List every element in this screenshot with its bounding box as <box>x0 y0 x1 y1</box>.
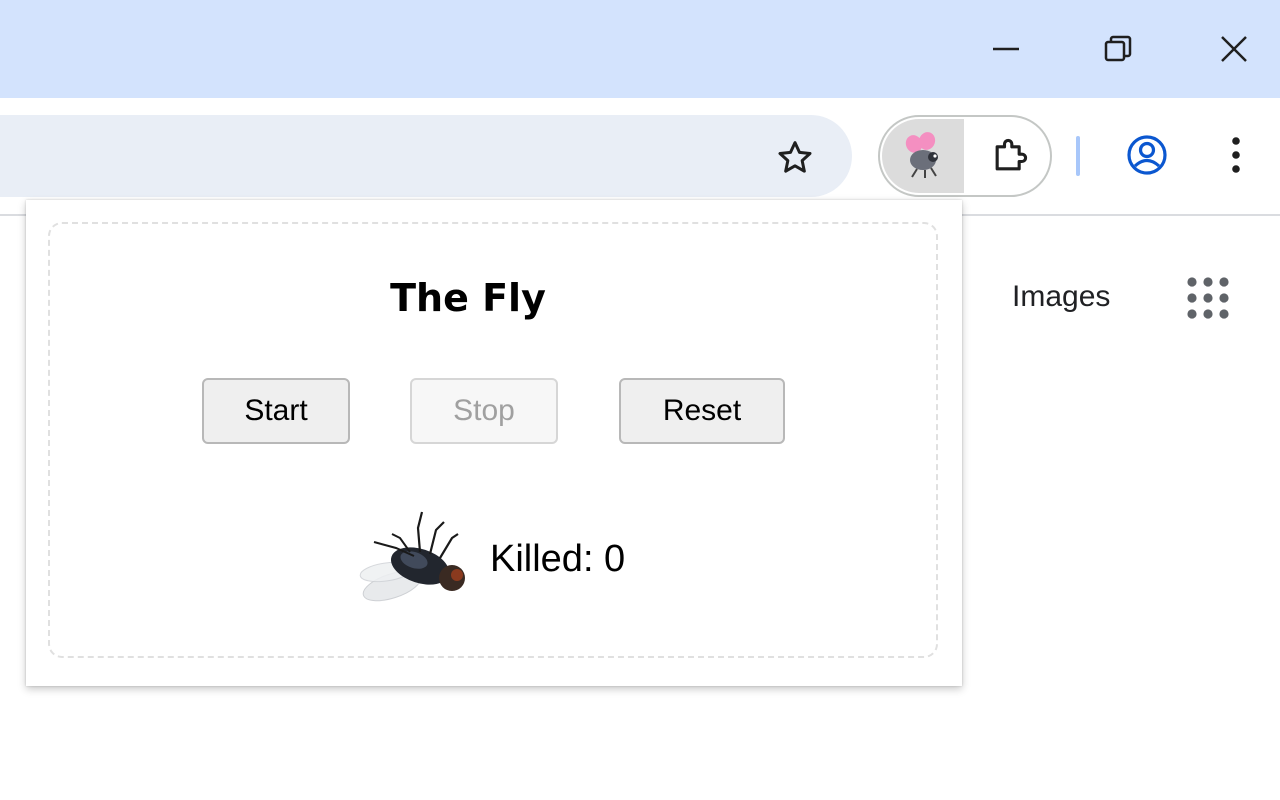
reset-button[interactable]: Reset <box>619 378 785 444</box>
address-bar[interactable] <box>0 115 852 197</box>
killed-count-label: Killed: 0 <box>490 538 626 580</box>
close-icon <box>1221 36 1247 62</box>
start-button[interactable]: Start <box>202 378 350 444</box>
dead-fly-icon <box>359 511 465 602</box>
bookmark-button[interactable] <box>770 136 820 180</box>
google-apps-grid-icon[interactable] <box>1186 276 1230 320</box>
minimize-button[interactable] <box>950 0 1062 98</box>
restore-icon <box>1104 35 1132 62</box>
close-window-button[interactable] <box>1178 0 1280 98</box>
stop-button[interactable]: Stop <box>410 378 558 444</box>
the-fly-extension-button[interactable] <box>882 119 964 193</box>
fly-icon <box>905 132 938 178</box>
browser-toolbar <box>0 98 1280 216</box>
puzzle-icon <box>995 138 1028 171</box>
extensions-menu-button[interactable] <box>972 119 1048 193</box>
killed-counter: Killed: 0 <box>356 508 656 614</box>
window-titlebar <box>0 0 1280 98</box>
restore-button[interactable] <box>1062 0 1174 98</box>
popup-title: The Fly <box>390 276 546 320</box>
profile-button[interactable] <box>1120 128 1174 182</box>
browser-menu-button[interactable] <box>1214 128 1258 182</box>
minimize-icon <box>993 47 1019 51</box>
extensions-group <box>878 115 1052 197</box>
toolbar-separator <box>1076 136 1080 176</box>
three-dots-vertical-icon <box>1232 137 1240 173</box>
images-link[interactable]: Images <box>1012 280 1110 314</box>
star-outline-icon <box>778 141 812 173</box>
account-circle-icon <box>1127 135 1167 175</box>
